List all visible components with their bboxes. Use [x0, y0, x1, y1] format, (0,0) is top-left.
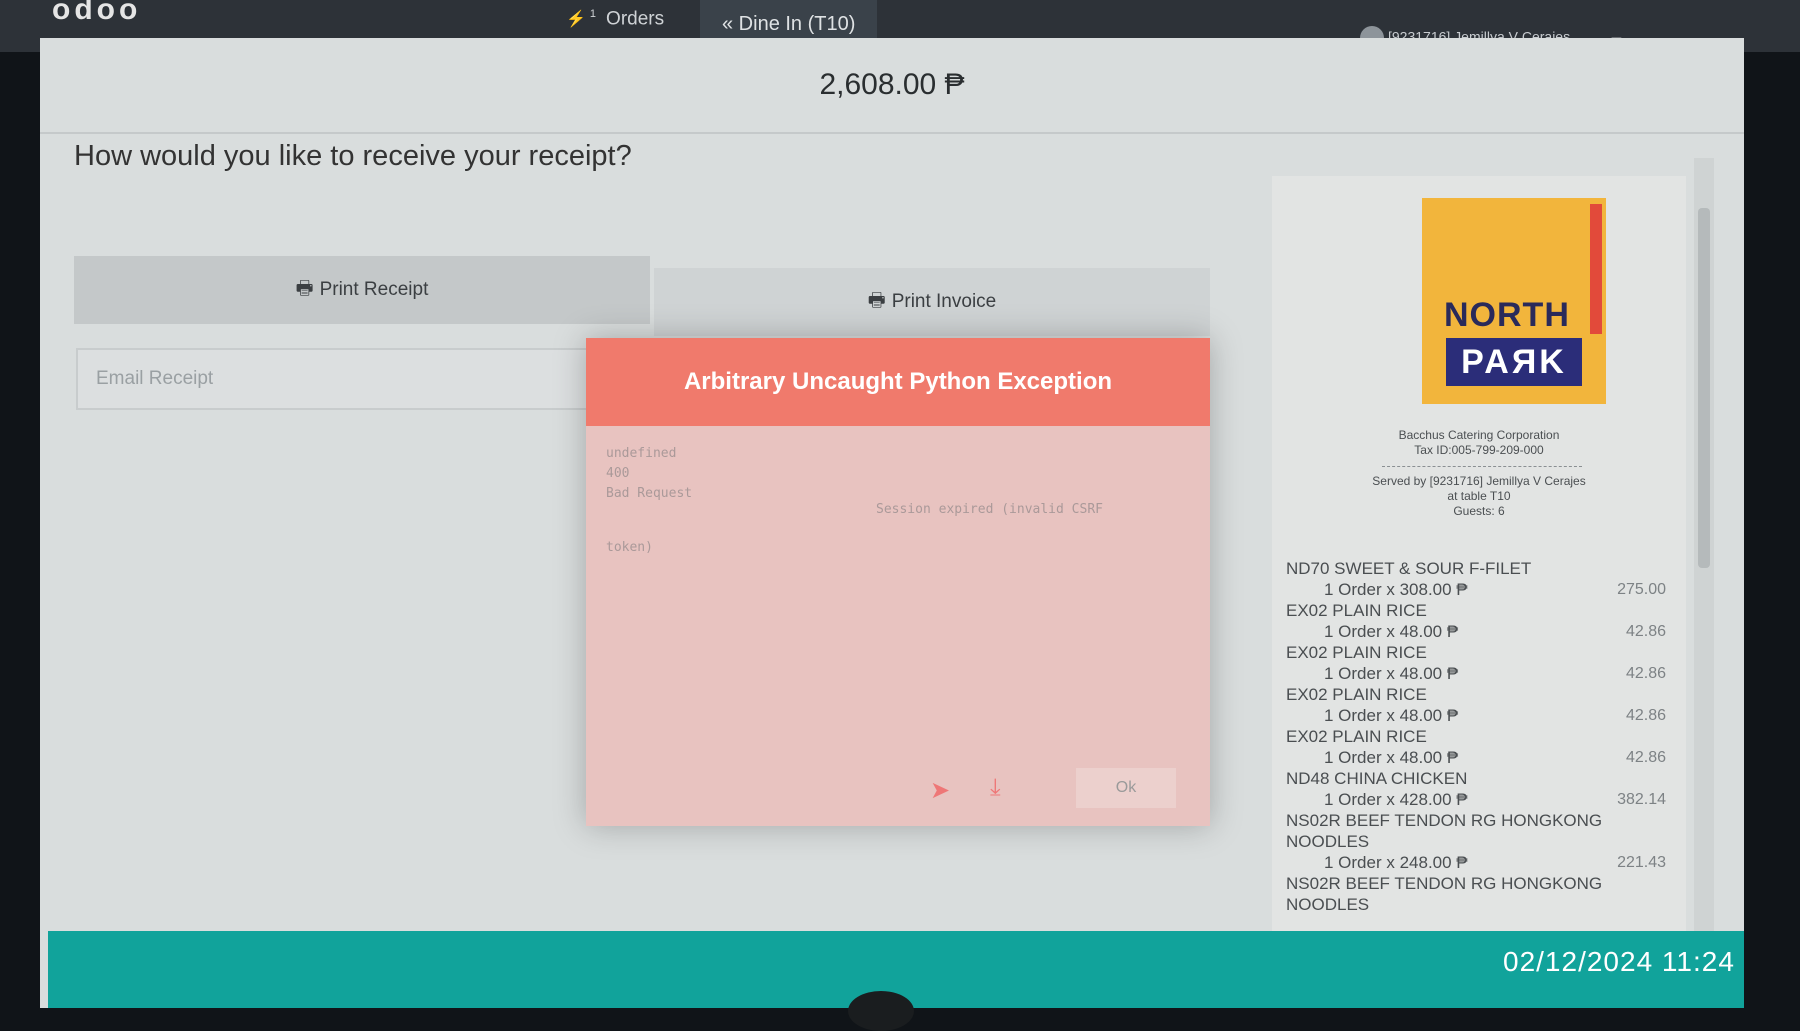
- list-item: EX02 PLAIN RICE 1 Order x 48.00 ₱ 42.86: [1286, 727, 1666, 767]
- list-item: EX02 PLAIN RICE 1 Order x 48.00 ₱ 42.86: [1286, 643, 1666, 683]
- north-park-logo: NORTH PAЯK: [1422, 198, 1606, 404]
- guests-label: Guests: 6: [1453, 504, 1505, 518]
- download-icon[interactable]: ⤓: [990, 774, 1001, 802]
- served-info: Served by [9231716] Jemillya V Cerajes a…: [1272, 474, 1686, 519]
- list-item: NS02R BEEF TENDON RG HONGKONG NOODLES 1 …: [1286, 811, 1666, 872]
- company-info: Bacchus Catering Corporation Tax ID:005-…: [1272, 428, 1686, 458]
- odoo-logo: odoo: [52, 0, 142, 26]
- list-item: NS02R BEEF TENDON RG HONGKONG NOODLES: [1286, 874, 1603, 914]
- logo-north: NORTH: [1444, 296, 1570, 334]
- error-message-tail: token): [606, 540, 653, 555]
- served-by: Served by [9231716] Jemillya V Cerajes: [1372, 474, 1586, 488]
- list-item: ND70 SWEET & SOUR F-FILET 1 Order x 308.…: [1286, 559, 1666, 599]
- error-dialog-footer: ➤ ⤓ Ok: [586, 754, 1210, 826]
- photo-timestamp: 02/12/2024 11:24: [1503, 946, 1735, 977]
- orders-label: Orders: [606, 8, 665, 30]
- error-dialog-body: undefined 400 Bad Request Session expire…: [586, 426, 1210, 555]
- send-icon[interactable]: ➤: [930, 776, 950, 805]
- receipt-buttons: 🖶 Print Receipt 🖶 Print Invoice: [74, 256, 1212, 336]
- printer-icon: 🖶: [867, 290, 886, 311]
- orders-badge: 1: [589, 8, 597, 20]
- list-item: EX02 PLAIN RICE 1 Order x 48.00 ₱ 42.86: [1286, 601, 1666, 641]
- receipt-divider: [1382, 466, 1582, 467]
- order-total: 2,608.00 ₱: [819, 68, 965, 101]
- print-invoice-label: Print Invoice: [891, 291, 997, 312]
- error-line: undefined: [606, 446, 677, 461]
- total-bar: 2,608.00 ₱: [40, 52, 1744, 134]
- list-item: ND48 CHINA CHICKEN 1 Order x 428.00 ₱ 38…: [1286, 769, 1666, 809]
- ok-button[interactable]: Ok: [1076, 768, 1176, 808]
- error-dialog-title: Arbitrary Uncaught Python Exception: [586, 338, 1210, 426]
- email-receipt-input[interactable]: [76, 348, 596, 410]
- receipt-question: How would you like to receive your recei…: [74, 140, 632, 172]
- receipt-scrollbar[interactable]: [1694, 158, 1714, 968]
- bolt-icon: ⚡: [566, 11, 586, 29]
- orders-button[interactable]: ⚡ 1 Orders: [566, 8, 664, 30]
- printer-icon: 🖶: [295, 278, 314, 299]
- company-name: Bacchus Catering Corporation: [1398, 428, 1560, 442]
- scrollbar-thumb[interactable]: [1698, 208, 1710, 568]
- screen-bezel-knob: [848, 991, 914, 1031]
- error-dialog: Arbitrary Uncaught Python Exception unde…: [586, 338, 1210, 826]
- print-receipt-label: Print Receipt: [319, 279, 429, 300]
- error-message: Session expired (invalid CSRF: [876, 502, 1103, 517]
- tax-id: Tax ID:005-799-209-000: [1414, 443, 1544, 457]
- print-receipt-button[interactable]: 🖶 Print Receipt: [74, 256, 650, 324]
- print-invoice-button[interactable]: 🖶 Print Invoice: [654, 268, 1210, 336]
- receipt-preview: NORTH PAЯK Bacchus Catering Corporation …: [1272, 176, 1686, 981]
- receipt-lines: ND70 SWEET & SOUR F-FILET 1 Order x 308.…: [1286, 558, 1666, 915]
- table-label: at table T10: [1447, 489, 1511, 503]
- bottom-action-bar: [48, 931, 1744, 1031]
- list-item: EX02 PLAIN RICE 1 Order x 48.00 ₱ 42.86: [1286, 685, 1666, 725]
- error-code: 400: [606, 466, 630, 481]
- logo-side-label: [1590, 204, 1602, 334]
- logo-park: PAЯK: [1446, 338, 1582, 386]
